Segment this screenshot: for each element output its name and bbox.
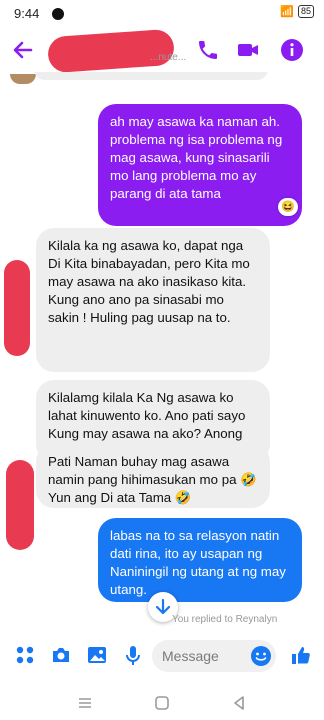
video-icon[interactable]: [236, 38, 260, 62]
home-icon[interactable]: [153, 694, 171, 712]
message-list[interactable]: ah may asawa ka naman ah. problema ng is…: [0, 72, 324, 630]
contact-avatar: [10, 74, 36, 84]
gallery-icon[interactable]: [86, 644, 108, 666]
camera-icon[interactable]: [50, 644, 72, 666]
received-message-bubble[interactable]: Kilala ka ng asawa ko, dapat nga Di Kita…: [36, 228, 270, 372]
message-text: Kilala ka ng asawa ko, dapat nga Di Kita…: [48, 238, 250, 325]
composer-bar: [0, 630, 324, 686]
messenger-notification-icon: [52, 8, 64, 20]
status-time: 9:44: [14, 6, 40, 21]
sent-message-bubble[interactable]: labas na to sa relasyon natin dati rina,…: [98, 518, 302, 602]
back-arrow-icon[interactable]: [10, 37, 36, 63]
message-text: Pati Naman buhay mag asawa namin pang hi…: [48, 454, 257, 505]
received-message-bubble[interactable]: Pati Naman buhay mag asawa namin pang hi…: [36, 444, 270, 508]
status-icons: 📶 85: [280, 5, 314, 18]
message-text: labas na to sa relasyon natin dati rina,…: [110, 528, 286, 597]
reply-note: You replied to Reynalyn: [172, 614, 278, 625]
system-nav-bar: [0, 686, 324, 720]
mic-icon[interactable]: [122, 644, 144, 666]
reaction-laugh-icon[interactable]: 😆: [278, 198, 298, 216]
phone-icon[interactable]: [196, 38, 220, 62]
conversation-header: ...nute...: [0, 28, 324, 74]
menu-icon[interactable]: [76, 694, 94, 712]
wifi-icon: 📶: [280, 6, 294, 18]
message-text: ah may asawa ka naman ah. problema ng is…: [110, 114, 283, 201]
battery-indicator: 85: [297, 5, 314, 18]
sent-message-bubble[interactable]: ah may asawa ka naman ah. problema ng is…: [98, 104, 302, 226]
like-icon[interactable]: [290, 644, 312, 666]
grid-icon[interactable]: [14, 644, 36, 666]
emoji-icon[interactable]: [250, 645, 272, 667]
active-status: ...nute...: [150, 52, 187, 63]
previous-message-bubble: [34, 72, 268, 80]
status-bar: 9:44 📶 85: [0, 0, 324, 28]
redacted-contact-name: [46, 28, 176, 74]
redacted-avatar: [4, 260, 30, 356]
back-icon[interactable]: [230, 694, 248, 712]
info-icon[interactable]: [280, 38, 304, 62]
redacted-avatar: [6, 460, 34, 550]
